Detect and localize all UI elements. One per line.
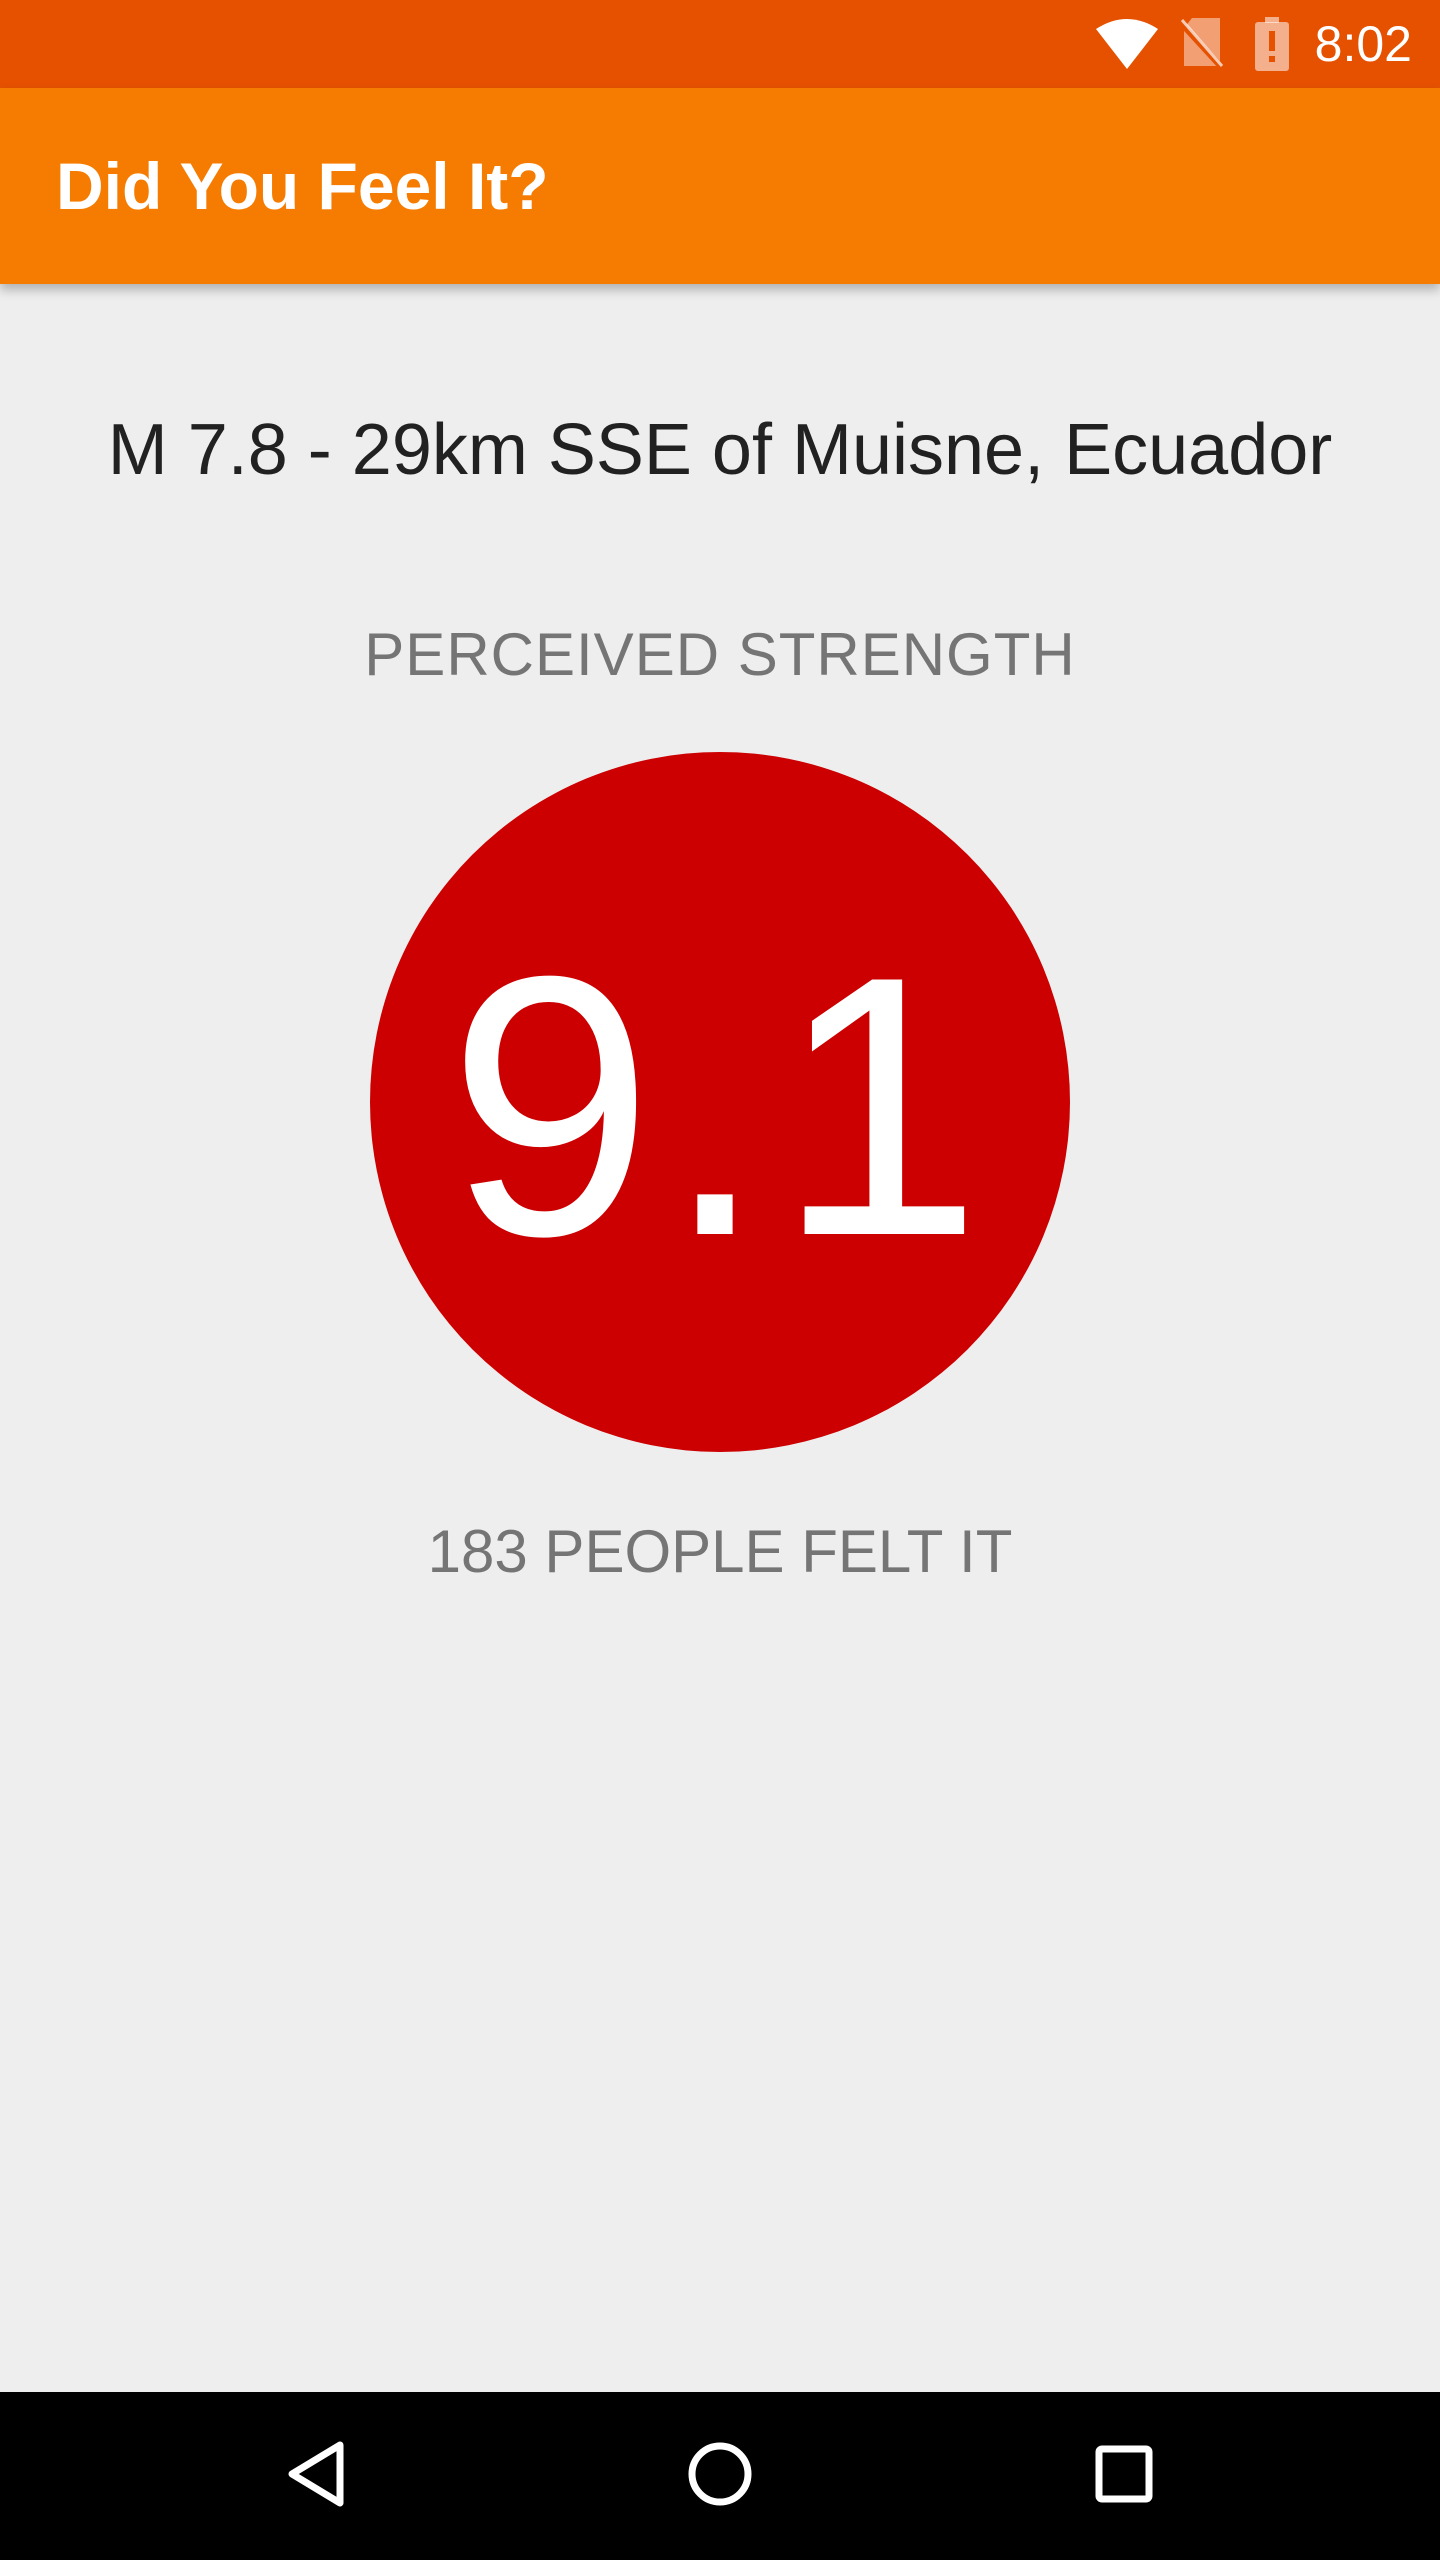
status-bar: 8:02 [0, 0, 1440, 88]
earthquake-title: M 7.8 - 29km SSE of Muisne, Ecuador [107, 410, 1333, 490]
battery-alert-icon [1250, 0, 1294, 88]
magnitude-value: 9.1 [447, 900, 993, 1313]
no-sim-icon [1172, 0, 1232, 88]
felt-count-label: 183 PEOPLE FELT IT [427, 1518, 1013, 1585]
app-bar: Did You Feel It? [0, 88, 1440, 284]
perceived-strength-label: PERCEIVED STRENGTH [364, 621, 1076, 688]
back-icon [284, 2439, 348, 2514]
app-title: Did You Feel It? [56, 149, 549, 223]
wifi-icon [1092, 0, 1162, 88]
navigation-bar [0, 2392, 1440, 2560]
back-button[interactable] [236, 2392, 396, 2560]
magnitude-circle: 9.1 [370, 752, 1070, 1452]
home-button[interactable] [640, 2392, 800, 2560]
recents-icon [1094, 2444, 1154, 2509]
recents-button[interactable] [1044, 2392, 1204, 2560]
home-icon [687, 2441, 753, 2512]
status-clock: 8:02 [1314, 16, 1412, 72]
